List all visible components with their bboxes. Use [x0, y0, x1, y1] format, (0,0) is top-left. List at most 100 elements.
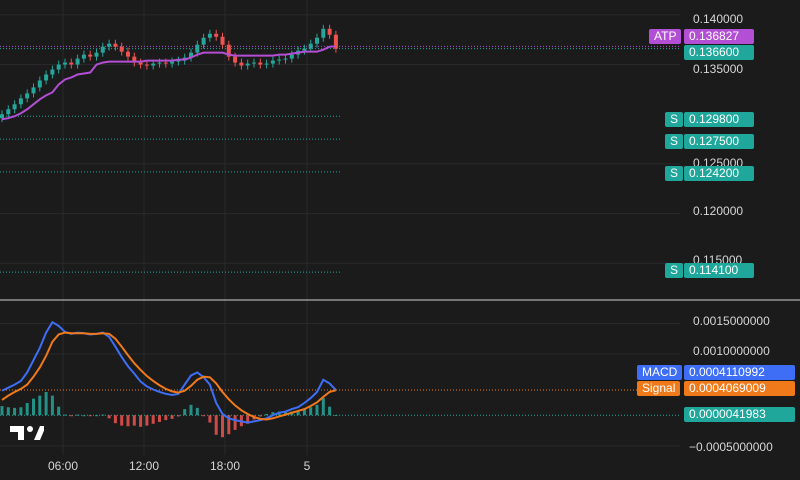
histogram-bar — [202, 415, 206, 417]
macd-value-tag: 0.0004110992 — [684, 365, 795, 380]
candle-body — [126, 51, 130, 57]
candle-body — [144, 64, 149, 66]
candle-body — [18, 98, 23, 105]
candle-body — [37, 80, 42, 88]
histogram-bar — [183, 409, 187, 416]
histogram-bar — [189, 404, 193, 416]
histogram-bar — [95, 415, 98, 417]
macd-tick: −0.0005000000 — [689, 440, 773, 454]
histogram-bar — [258, 415, 262, 417]
time-tick: 18:00 — [209, 459, 241, 473]
candle-body — [12, 104, 17, 110]
candle-body — [207, 33, 212, 38]
histogram-bar — [13, 407, 17, 416]
histogram-bar — [88, 415, 92, 417]
candle-body — [327, 28, 332, 35]
histogram-bar — [19, 407, 23, 416]
candle-body — [195, 44, 200, 53]
histogram-bar — [82, 415, 86, 417]
trading-chart[interactable]: 0.140000 0.135000 0.125000 0.120000 0.11… — [0, 0, 800, 480]
histogram-bar — [38, 395, 42, 416]
histogram-bar — [25, 402, 29, 416]
candle-body — [315, 37, 319, 44]
histogram-bar — [309, 407, 313, 416]
histogram-bar — [265, 413, 269, 416]
time-tick: 12:00 — [128, 459, 160, 473]
candle-body — [151, 63, 156, 66]
atp-label-tag: ATP — [649, 29, 682, 44]
candle-body — [214, 33, 219, 37]
candle-body — [81, 54, 86, 59]
candle-body — [245, 63, 250, 66]
histogram-bar — [328, 406, 332, 416]
chart-canvas[interactable] — [0, 0, 800, 480]
candle-body — [0, 114, 4, 119]
histogram-value-tag: 0.0000041983 — [684, 407, 795, 422]
histogram-bar — [233, 415, 237, 430]
candle-body — [75, 58, 80, 65]
price-tick: 0.140000 — [693, 12, 744, 26]
histogram-bar — [32, 398, 35, 416]
histogram-bar — [164, 415, 168, 421]
signal-label-tag: Signal — [637, 381, 681, 396]
histogram-bar — [63, 414, 67, 416]
candle-body — [321, 28, 326, 38]
candle-body — [277, 59, 282, 61]
macd-tick: 0.0015000000 — [693, 314, 770, 328]
histogram-bar — [57, 406, 61, 416]
candle-body — [94, 52, 99, 57]
candle-body — [6, 109, 11, 115]
candle-body — [113, 43, 118, 47]
support-letter-tag: S — [665, 166, 684, 181]
histogram-bar — [221, 415, 224, 438]
support-value-tag: 0.129800 — [684, 112, 754, 127]
histogram-bar — [113, 415, 117, 424]
candle-body — [56, 64, 61, 70]
candle-body — [119, 46, 124, 52]
candle-body — [88, 54, 93, 57]
time-tick: 5 — [303, 459, 311, 473]
histogram-bar — [126, 415, 130, 427]
histogram-bar — [176, 415, 180, 417]
atp-value-tag: 0.136827 — [684, 29, 754, 44]
candle-body — [283, 58, 288, 60]
histogram-bar — [139, 415, 143, 427]
histogram-bar — [158, 415, 161, 422]
histogram-bar — [120, 415, 124, 426]
histogram-bar — [69, 415, 73, 417]
histogram-bar — [6, 407, 10, 416]
candle-body — [157, 62, 162, 64]
support-value-tag: 0.124200 — [684, 166, 754, 181]
histogram-bar — [145, 415, 149, 426]
support-letter-tag: S — [665, 112, 684, 127]
candle-body — [264, 63, 269, 65]
candle-body — [308, 43, 313, 49]
candle-body — [233, 56, 238, 63]
candle-body — [270, 60, 275, 64]
candle-body — [44, 74, 49, 81]
candle-body — [289, 54, 294, 59]
histogram-bar — [76, 414, 80, 416]
candle-body — [31, 87, 36, 94]
histogram-bar — [321, 398, 325, 416]
candle-body — [63, 62, 67, 65]
candle-body — [25, 93, 30, 99]
histogram-bar — [195, 407, 199, 416]
histogram-bar — [0, 406, 4, 416]
candle-body — [220, 36, 225, 45]
histogram-bar — [315, 404, 319, 416]
candle-body — [138, 62, 143, 65]
price-tick: 0.135000 — [693, 62, 744, 76]
histogram-bar — [101, 414, 105, 416]
tradingview-logo-icon — [10, 426, 44, 440]
candle-body — [170, 61, 175, 64]
candle-body — [163, 62, 168, 64]
signal-value-tag: 0.0004069009 — [684, 381, 795, 396]
candle-body — [100, 46, 105, 53]
support-value-tag: 0.127500 — [684, 134, 754, 149]
histogram-bar — [132, 415, 136, 426]
candle-body — [258, 62, 263, 65]
macd-tick: 0.0010000000 — [693, 344, 770, 358]
macd-label-tag: MACD — [637, 365, 683, 380]
candle-body — [201, 37, 206, 45]
